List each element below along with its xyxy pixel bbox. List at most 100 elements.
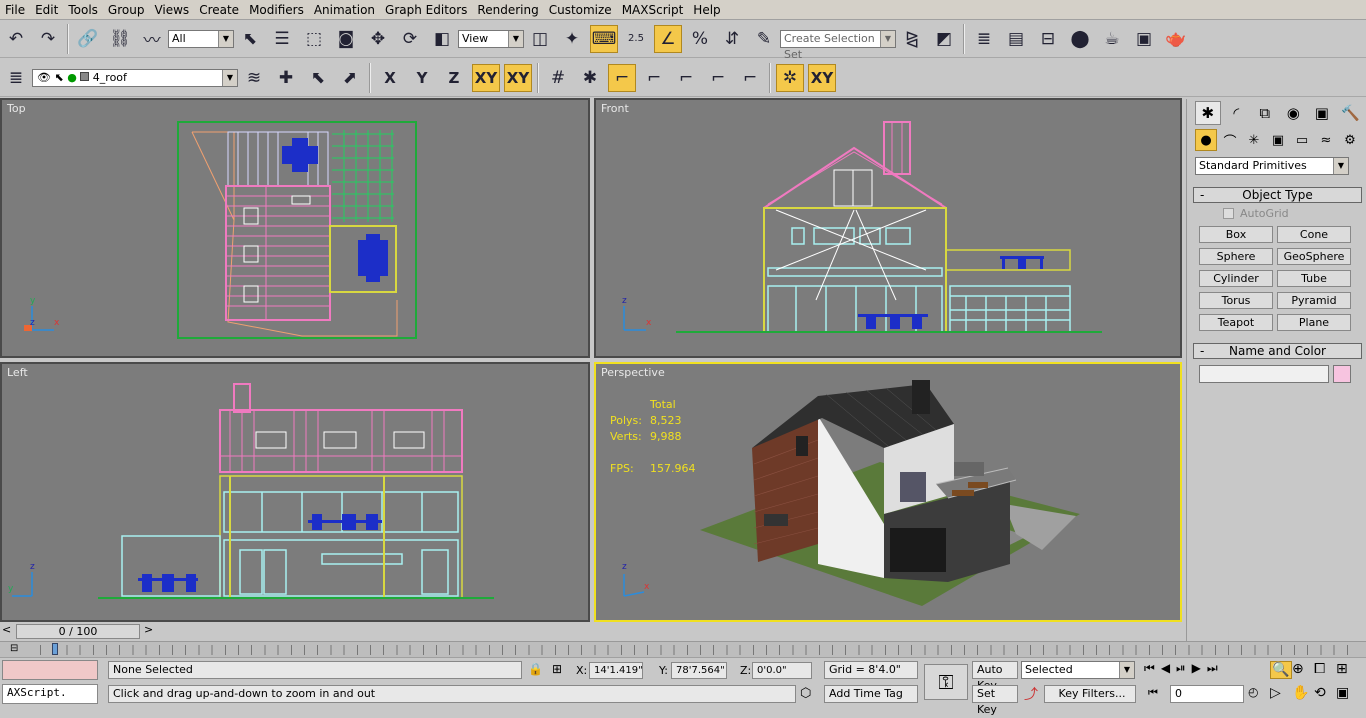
orbit-icon[interactable]: ⟲ — [1314, 685, 1336, 701]
maxscript-listener-pink[interactable] — [2, 660, 98, 680]
select-and-link-icon[interactable]: 🔗 — [74, 25, 102, 53]
space-warps-icon[interactable]: ≈ — [1315, 129, 1337, 151]
restrict-z-button[interactable]: Z — [440, 64, 468, 92]
render-icon[interactable]: ● — [67, 71, 77, 84]
viewport-label-top[interactable]: Top — [7, 102, 26, 115]
named-selection-set-dropdown[interactable]: Create Selection Set — [780, 29, 896, 61]
render-production-icon[interactable]: 🫖 — [1162, 25, 1190, 53]
time-tag-icon[interactable]: ⬡ — [800, 686, 811, 701]
set-current-layer-icon[interactable]: ⬈ — [336, 64, 364, 92]
schematic-view-icon[interactable]: ⊟ — [1034, 25, 1062, 53]
zoom-all-icon[interactable]: ⊕ — [1292, 661, 1314, 679]
menu-group[interactable]: Group — [103, 0, 150, 20]
unlink-icon[interactable]: ⛓ — [106, 25, 134, 53]
go-to-end-icon[interactable]: ⏭ — [1207, 661, 1218, 676]
key-filters-button[interactable]: Key Filters... — [1044, 685, 1136, 703]
tube-button[interactable]: Tube — [1277, 270, 1351, 287]
selection-filter-dropdown[interactable]: All — [168, 29, 234, 48]
viewport-top[interactable]: Top y z x — [0, 98, 590, 358]
render-setup-icon[interactable]: ☕ — [1098, 25, 1126, 53]
cone-button[interactable]: Cone — [1277, 226, 1351, 243]
object-name-input[interactable] — [1199, 365, 1329, 383]
rendered-frame-window-icon[interactable]: ▣ — [1130, 25, 1158, 53]
material-editor-icon[interactable]: ⬤ — [1066, 25, 1094, 53]
set-key-button[interactable]: Set Key — [972, 685, 1018, 716]
snap-pivot-icon[interactable]: ⌐ — [736, 64, 764, 92]
geometry-icon[interactable]: ● — [1195, 129, 1217, 151]
angle-snap-icon[interactable]: ∠ — [654, 24, 682, 53]
snap-edge-icon[interactable]: ⌐ — [672, 64, 700, 92]
shapes-icon[interactable]: ⌒ — [1219, 129, 1241, 151]
z-coordinate-field[interactable]: 0'0.0" — [752, 662, 812, 679]
menu-tools[interactable]: Tools — [63, 0, 103, 20]
spinner-snap-icon[interactable]: ⇵ — [718, 25, 746, 53]
maximize-viewport-icon[interactable]: ▣ — [1336, 685, 1358, 701]
manipulate-icon[interactable]: ✦ — [558, 25, 586, 53]
select-objects-in-layer-icon[interactable]: ⬉ — [304, 64, 332, 92]
key-mode-toggle-icon[interactable]: ⏮ — [1148, 686, 1158, 700]
menu-edit[interactable]: Edit — [30, 0, 63, 20]
constraint-xy-button[interactable]: XY — [808, 63, 836, 92]
time-slider[interactable]: 0 / 100 — [16, 624, 140, 639]
zoom-extents-icon[interactable]: ⧠ — [1314, 661, 1336, 679]
restrict-plane-button[interactable]: XY — [504, 63, 532, 92]
absolute-mode-icon[interactable]: ⊞ — [552, 662, 562, 676]
viewport-front[interactable]: Front z x — [594, 98, 1182, 358]
auto-key-button[interactable]: Auto Key — [972, 661, 1018, 692]
pivot-center-icon[interactable]: ◫ — [526, 25, 554, 53]
modify-tab-icon[interactable]: ◜ — [1224, 101, 1250, 125]
go-to-start-icon[interactable]: ⏮ — [1144, 661, 1155, 676]
rectangular-selection-icon[interactable]: ⬚ — [300, 25, 328, 53]
curve-editor-icon[interactable]: ▤ — [1002, 25, 1030, 53]
pyramid-button[interactable]: Pyramid — [1277, 292, 1351, 309]
viewport-label-front[interactable]: Front — [601, 102, 629, 115]
lights-icon[interactable]: ✳ — [1243, 129, 1265, 151]
key-mode-dropdown[interactable]: Selected — [1021, 661, 1135, 679]
pan-view-icon[interactable]: ✋ — [1292, 685, 1314, 701]
motion-tab-icon[interactable]: ◉ — [1281, 101, 1307, 125]
restrict-x-button[interactable]: X — [376, 64, 404, 92]
snap-options-icon[interactable]: ✲ — [776, 63, 804, 92]
teapot-button[interactable]: Teapot — [1199, 314, 1273, 331]
rotate-icon[interactable]: ⟳ — [396, 25, 424, 53]
freeze-icon[interactable]: ⬉ — [54, 71, 63, 84]
layer-dropdown[interactable]: 👁 ⬉ ● 4_roof — [32, 68, 238, 87]
restrict-xy-button[interactable]: XY — [472, 63, 500, 92]
geosphere-button[interactable]: GeoSphere — [1277, 248, 1351, 265]
align-icon[interactable]: ◩ — [930, 25, 958, 53]
menu-animation[interactable]: Animation — [309, 0, 380, 20]
name-color-rollout-header[interactable]: - Name and Color — [1193, 343, 1362, 359]
zoom-extents-all-icon[interactable]: ⊞ — [1336, 661, 1358, 679]
menu-create[interactable]: Create — [194, 0, 244, 20]
maxscript-mini-listener[interactable]: AXScript. — [2, 684, 98, 704]
snaps-grid-icon[interactable]: # — [544, 64, 572, 92]
default-in-out-tangent-icon[interactable]: ⤴ — [1024, 684, 1038, 704]
y-coordinate-field[interactable]: 78'7.564" — [671, 662, 727, 679]
restrict-y-button[interactable]: Y — [408, 64, 436, 92]
edit-named-selection-icon[interactable]: ✎ — [750, 25, 778, 53]
viewport-label-perspective[interactable]: Perspective — [601, 366, 665, 379]
cameras-icon[interactable]: ▣ — [1267, 129, 1289, 151]
mini-curve-editor-icon[interactable]: ⊟ — [10, 643, 30, 655]
keyboard-shortcut-override-icon[interactable]: ⌨ — [590, 24, 618, 53]
layer-manager-icon[interactable]: ≣ — [970, 25, 998, 53]
menu-modifiers[interactable]: Modifiers — [244, 0, 309, 20]
field-of-view-icon[interactable]: ▷ — [1270, 685, 1292, 701]
plane-button[interactable]: Plane — [1277, 314, 1351, 331]
menu-rendering[interactable]: Rendering — [472, 0, 543, 20]
menu-maxscript[interactable]: MAXScript — [617, 0, 689, 20]
create-new-layer-icon[interactable]: ≋ — [240, 64, 268, 92]
menu-file[interactable]: File — [0, 0, 30, 20]
create-tab-icon[interactable]: ✱ — [1195, 101, 1221, 125]
current-frame-marker[interactable] — [52, 643, 58, 655]
add-to-layer-icon[interactable]: ✚ — [272, 64, 300, 92]
torus-button[interactable]: Torus — [1199, 292, 1273, 309]
next-frame-icon[interactable]: > — [144, 623, 153, 636]
time-configuration-icon[interactable]: ◴ — [1248, 685, 1258, 699]
object-color-swatch[interactable] — [1333, 365, 1351, 383]
menu-graph-editors[interactable]: Graph Editors — [380, 0, 472, 20]
previous-frame-icon[interactable]: < — [2, 623, 11, 636]
sphere-button[interactable]: Sphere — [1199, 248, 1273, 265]
track-bar[interactable]: ⊟ — [0, 641, 1366, 657]
percent-snap-icon[interactable]: % — [686, 25, 714, 53]
